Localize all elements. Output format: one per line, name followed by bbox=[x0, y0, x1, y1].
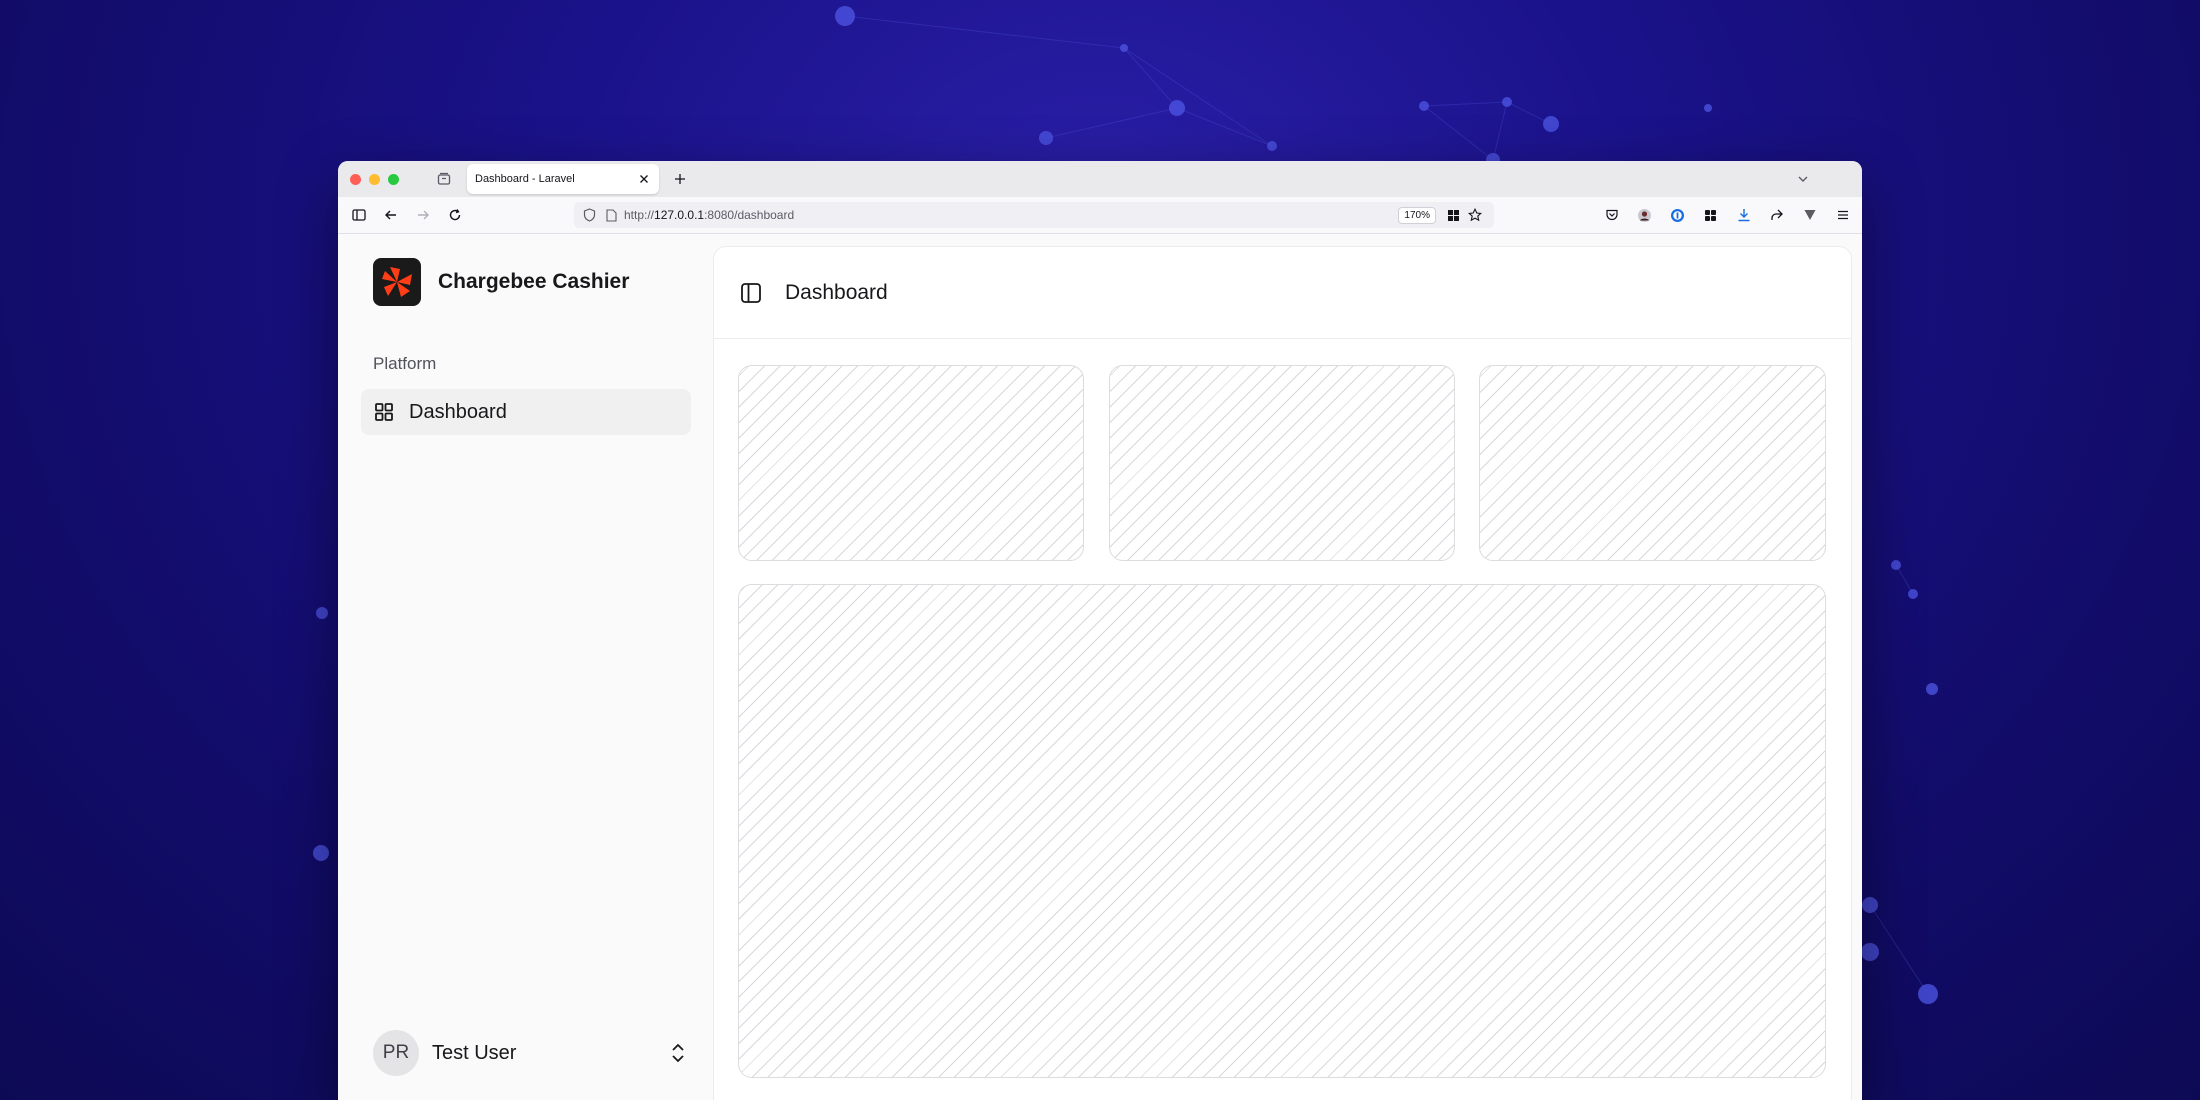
back-arrow-icon[interactable] bbox=[380, 204, 402, 226]
placeholder-panel-large bbox=[738, 584, 1826, 1078]
minimize-window-button[interactable] bbox=[369, 173, 380, 185]
brand[interactable]: Chargebee Cashier bbox=[373, 258, 629, 306]
share-icon[interactable] bbox=[1767, 206, 1786, 225]
vpn-icon[interactable] bbox=[1800, 206, 1819, 225]
bookmark-star-icon[interactable] bbox=[1466, 206, 1484, 224]
reload-icon[interactable] bbox=[444, 204, 466, 226]
url-text: http://127.0.0.1:8080/dashboard bbox=[624, 208, 795, 222]
profile-avatar-icon[interactable] bbox=[1635, 206, 1654, 225]
menu-icon[interactable] bbox=[1833, 206, 1852, 225]
new-tab-icon[interactable] bbox=[671, 170, 689, 188]
page-title: Dashboard bbox=[785, 280, 888, 304]
url-bar[interactable]: http://127.0.0.1:8080/dashboard 170% bbox=[574, 202, 1494, 228]
placeholder-card-1 bbox=[738, 365, 1084, 561]
extensions-grid-icon[interactable] bbox=[1701, 206, 1720, 225]
close-window-button[interactable] bbox=[350, 173, 361, 185]
chevron-down-icon[interactable] bbox=[1794, 170, 1812, 188]
window-controls bbox=[350, 173, 399, 185]
toolbar-right bbox=[1602, 206, 1852, 225]
chargebee-logo-icon bbox=[373, 258, 421, 306]
user-menu[interactable]: PR Test User bbox=[373, 1029, 693, 1077]
maximize-window-button[interactable] bbox=[388, 173, 399, 185]
chevrons-up-down-icon bbox=[667, 1042, 689, 1064]
app-root: Chargebee Cashier Platform Dashboard PR … bbox=[338, 234, 1862, 1100]
pocket-icon[interactable] bbox=[1602, 206, 1621, 225]
browser-tab-title: Dashboard - Laravel bbox=[475, 173, 575, 185]
browser-nav-bar: http://127.0.0.1:8080/dashboard 170% bbox=[338, 197, 1862, 234]
placeholder-card-2 bbox=[1109, 365, 1455, 561]
tab-overview-icon[interactable] bbox=[435, 170, 453, 188]
placeholder-card-3 bbox=[1479, 365, 1826, 561]
main-header: Dashboard bbox=[714, 247, 1851, 339]
zoom-level-badge[interactable]: 170% bbox=[1398, 206, 1436, 224]
download-icon[interactable] bbox=[1734, 206, 1753, 225]
panel-left-toggle-icon[interactable] bbox=[739, 281, 763, 305]
browser-tab-active[interactable]: Dashboard - Laravel bbox=[467, 164, 659, 194]
brand-name: Chargebee Cashier bbox=[438, 270, 630, 293]
extension-grid-icon[interactable] bbox=[1444, 206, 1462, 224]
nav-section-label: Platform bbox=[373, 354, 437, 373]
sidebar-toggle-icon[interactable] bbox=[348, 204, 370, 226]
layout-grid-icon bbox=[373, 401, 395, 423]
sidebar-item-dashboard[interactable]: Dashboard bbox=[361, 389, 691, 435]
user-name: Test User bbox=[432, 1041, 517, 1064]
sidebar: Chargebee Cashier Platform Dashboard PR … bbox=[338, 234, 712, 1100]
sidebar-item-label: Dashboard bbox=[409, 400, 507, 423]
browser-tab-bar: Dashboard - Laravel bbox=[338, 161, 1862, 197]
page-icon bbox=[602, 206, 620, 224]
avatar: PR bbox=[373, 1030, 419, 1076]
main-content: Dashboard bbox=[714, 247, 1851, 1100]
password-manager-icon[interactable] bbox=[1668, 206, 1687, 225]
close-tab-icon[interactable] bbox=[637, 172, 651, 186]
browser-window: Dashboard - Laravel http://127.0.0.1:808… bbox=[338, 161, 1862, 1100]
forward-arrow-icon[interactable] bbox=[412, 204, 434, 226]
shield-icon[interactable] bbox=[580, 206, 598, 224]
